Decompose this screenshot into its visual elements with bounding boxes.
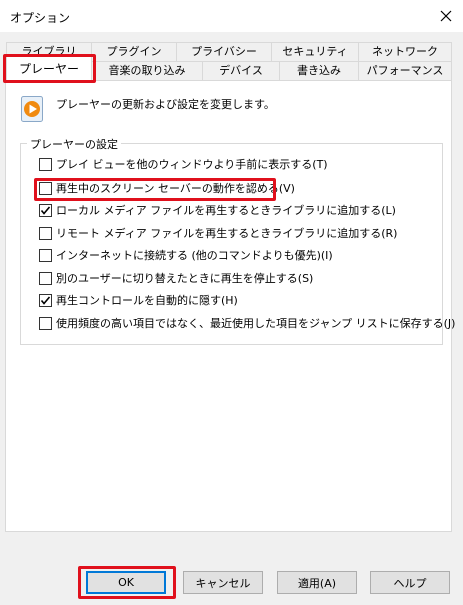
media-player-icon <box>21 96 43 122</box>
page-description: プレーヤーの更新および設定を変更します。 <box>56 98 275 111</box>
tab-plugins[interactable]: プラグイン <box>91 42 177 62</box>
tab-security[interactable]: セキュリティ <box>271 42 359 62</box>
checkbox-box[interactable] <box>39 158 52 171</box>
player-settings-group <box>20 143 443 345</box>
apply-button[interactable]: 適用(A) <box>277 571 357 594</box>
checkbox-box[interactable] <box>39 317 52 330</box>
tab-performance[interactable]: パフォーマンス <box>358 61 452 81</box>
group-label: プレーヤーの設定 <box>27 136 121 152</box>
cancel-button[interactable]: キャンセル <box>183 571 263 594</box>
checkbox-label: ローカル メディア ファイルを再生するときライブラリに追加する(L) <box>56 204 396 217</box>
help-button[interactable]: ヘルプ <box>370 571 450 594</box>
tab-network[interactable]: ネットワーク <box>358 42 452 62</box>
tab-devices[interactable]: デバイス <box>202 61 280 81</box>
checkbox-box[interactable] <box>39 294 52 307</box>
checkmark-icon <box>40 296 51 305</box>
checkbox-label: 使用頻度の高い項目ではなく、最近使用した項目をジャンプ リストに保存する(J) <box>56 317 456 330</box>
highlight-box-tab <box>3 54 96 83</box>
highlight-box-ok <box>78 566 176 599</box>
tab-rip-music[interactable]: 音楽の取り込み <box>91 61 203 81</box>
checkbox-label: 別のユーザーに切り替えたときに再生を停止する(S) <box>56 272 314 285</box>
checkbox-box[interactable] <box>39 227 52 240</box>
window-title: オプション <box>10 11 71 25</box>
tab-privacy[interactable]: プライバシー <box>176 42 272 62</box>
title-bar: オプション <box>0 0 463 32</box>
checkbox-box[interactable] <box>39 204 52 217</box>
checkbox-box[interactable] <box>39 272 52 285</box>
highlight-box-screensaver <box>34 178 276 201</box>
checkbox-label: リモート メディア ファイルを再生するときライブラリに追加する(R) <box>56 227 398 240</box>
checkbox-box[interactable] <box>39 249 52 262</box>
checkbox-label: プレイ ビューを他のウィンドウより手前に表示する(T) <box>56 158 328 171</box>
tab-burn[interactable]: 書き込み <box>279 61 359 81</box>
checkbox-label: 再生コントロールを自動的に隠す(H) <box>56 294 238 307</box>
close-icon[interactable] <box>436 6 456 26</box>
checkbox-label: インターネットに接続する (他のコマンドよりも優先)(I) <box>56 249 333 262</box>
checkmark-icon <box>40 206 51 215</box>
